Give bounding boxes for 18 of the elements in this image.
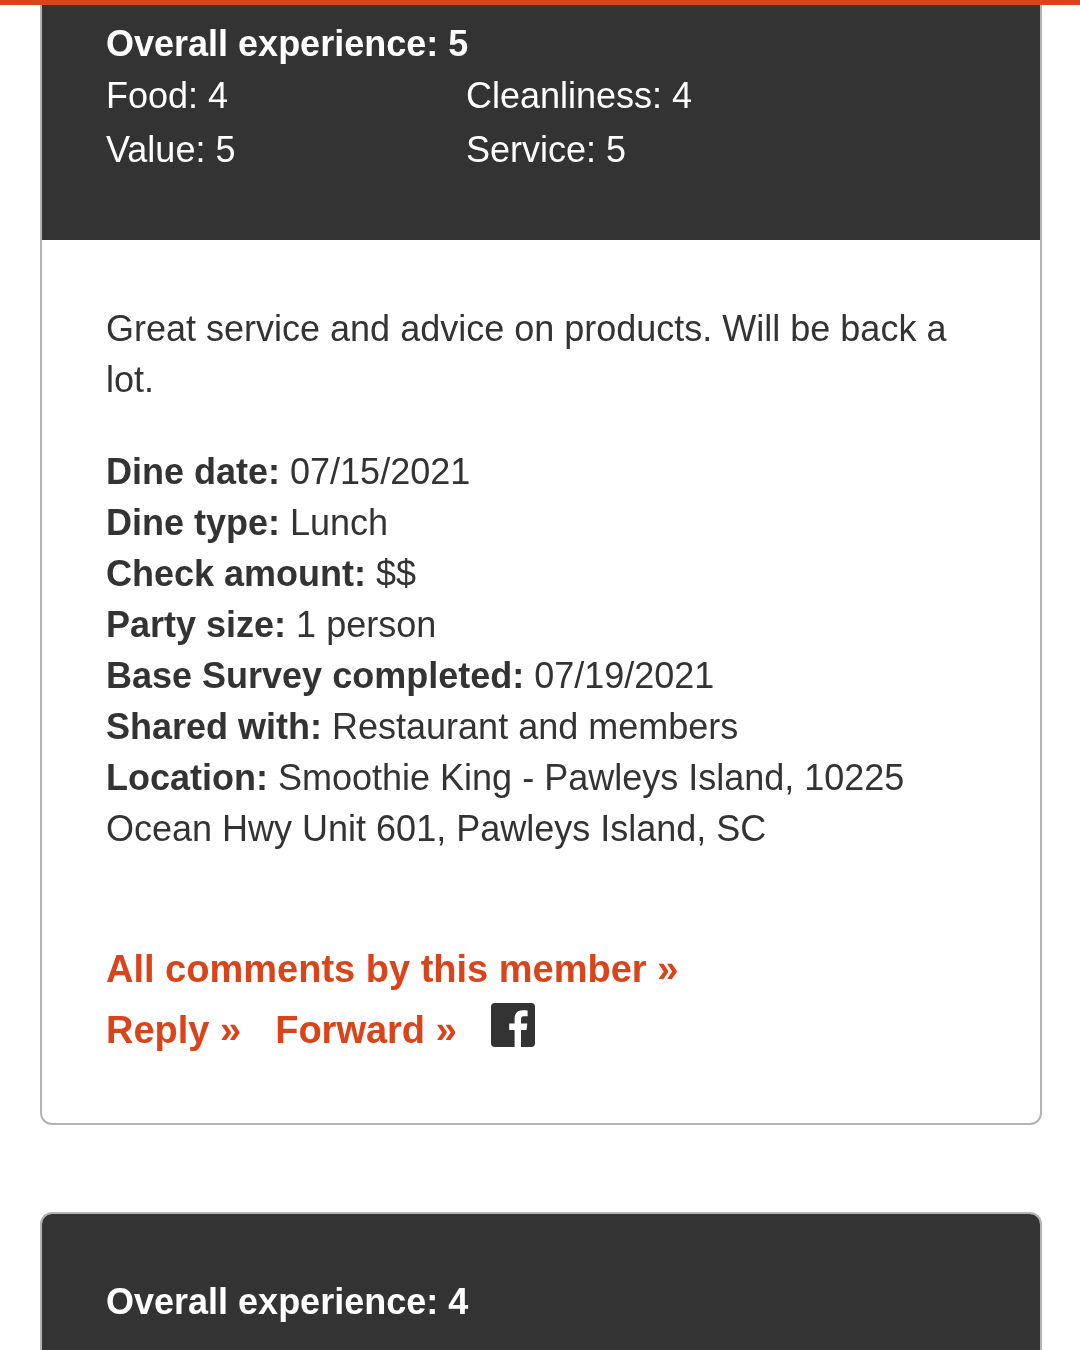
overall-rating: Overall experience: 4 <box>106 1280 470 1324</box>
review-comment: Great service and advice on products. Will be back a lot. <box>106 307 948 402</box>
detail-line: Base Survey completed: 07/19/2021 <box>106 654 716 698</box>
rating-item: Service: 5 <box>466 128 628 172</box>
action-link[interactable]: Reply » <box>106 1005 242 1055</box>
overall-rating: Overall experience: 5 <box>106 22 470 66</box>
detail-line: Location: Smoothie King - Pawleys Island, 10225 Ocean Hwy Unit 601, Pawleys Island, SC <box>106 756 906 851</box>
detail-line: Shared with: Restaurant and members <box>106 705 740 749</box>
rating-item: Cleanliness: 4 <box>466 74 694 118</box>
detail-line: Dine type: Lunch <box>106 501 390 545</box>
facebook-icon[interactable] <box>490 1003 535 1047</box>
detail-line: Check amount: $$ <box>106 552 418 596</box>
detail-line: Party size: 1 person <box>106 603 438 647</box>
rating-item: Value: 5 <box>106 128 237 172</box>
action-link[interactable]: Forward » <box>275 1005 457 1055</box>
rating-item: Food: 4 <box>106 74 230 118</box>
all-comments-link[interactable]: All comments by this member » <box>106 944 679 994</box>
detail-line: Dine date: 07/15/2021 <box>106 450 472 494</box>
